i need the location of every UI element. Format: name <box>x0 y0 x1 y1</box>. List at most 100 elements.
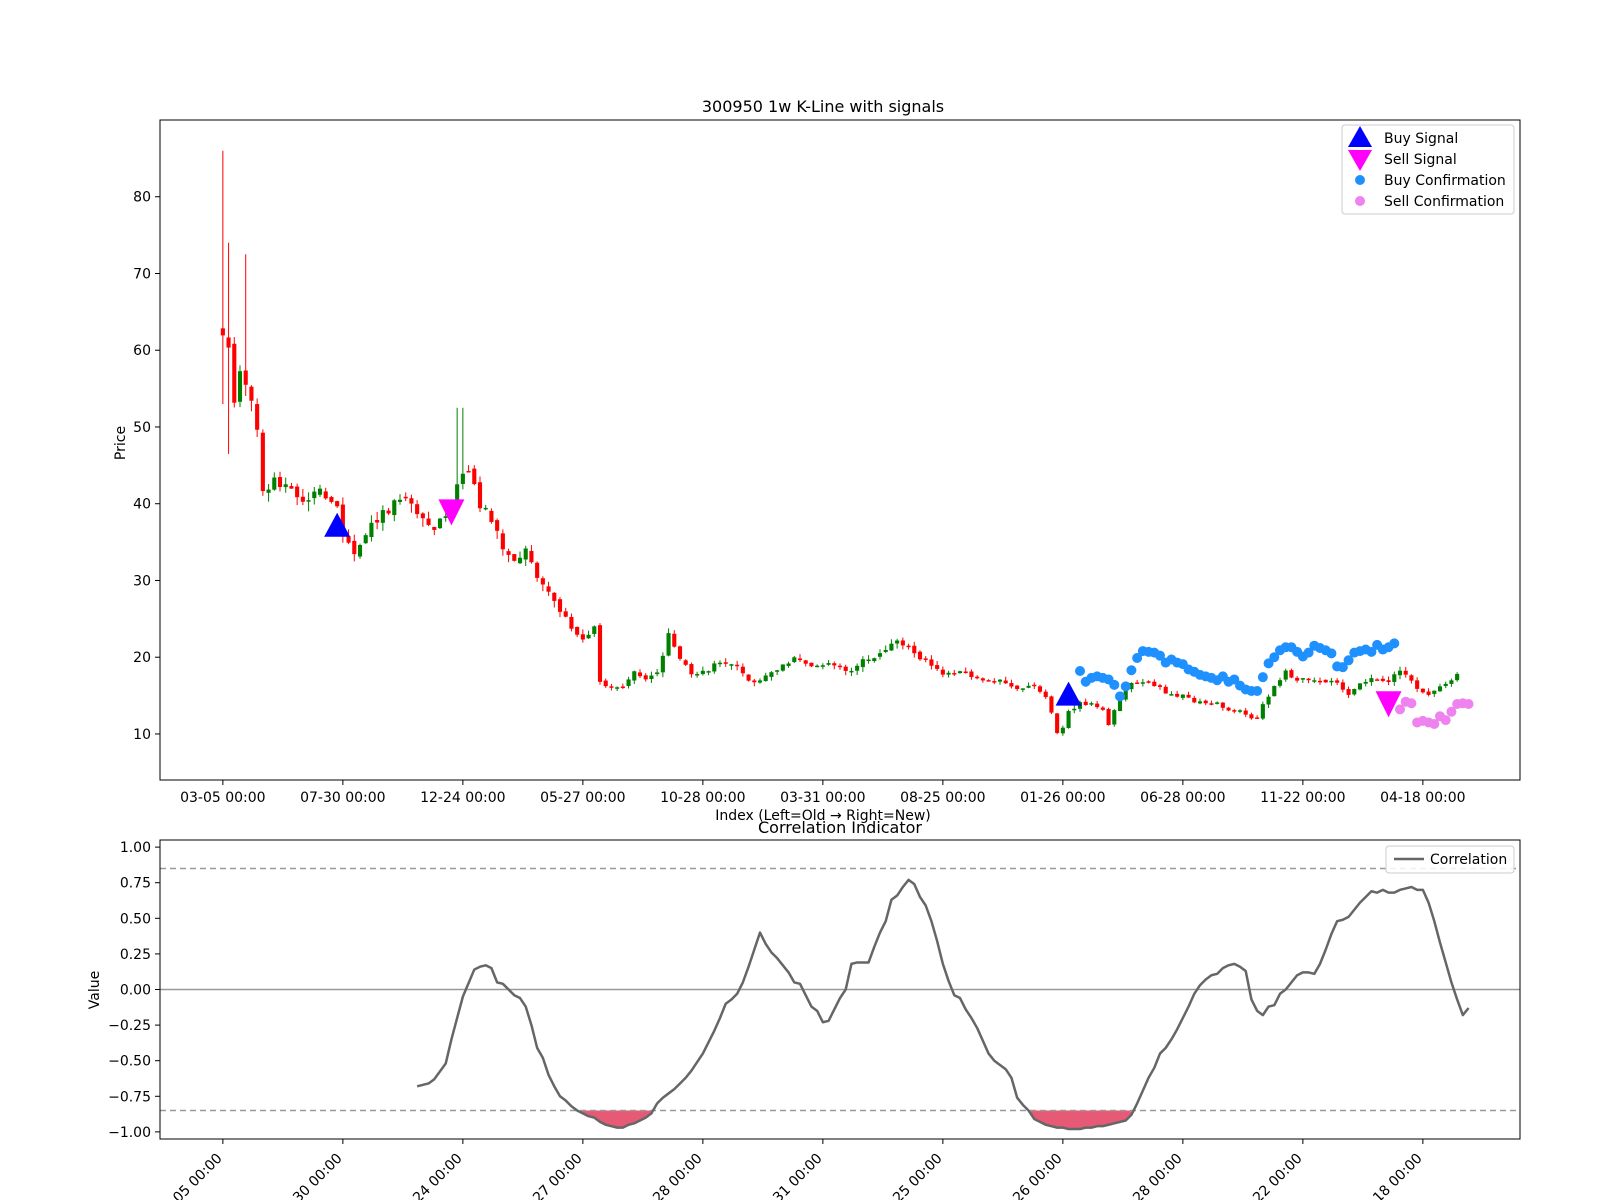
candle-body <box>1443 683 1448 687</box>
candle-body <box>986 680 991 682</box>
candle-body <box>346 536 351 543</box>
candle-body <box>1340 682 1345 690</box>
candle-body <box>295 486 300 498</box>
candle-body <box>255 404 260 430</box>
kline-legend-label: Buy Signal <box>1384 131 1458 147</box>
candle-body <box>506 551 511 555</box>
buy-confirmation-dot <box>1109 679 1120 690</box>
candle-body <box>1306 678 1311 681</box>
candle-body <box>1260 704 1265 719</box>
candle-body <box>912 645 917 654</box>
candle-body <box>1003 680 1008 684</box>
candle-body <box>866 659 871 662</box>
kline-legend: Buy Signal Sell Signal Buy Confirmation Sel… <box>1341 124 1515 215</box>
candle-body <box>392 500 397 516</box>
candle-body <box>426 518 431 525</box>
candle-body <box>1157 685 1163 687</box>
candle-body <box>517 557 523 564</box>
sell-confirmation-dot <box>1440 715 1451 726</box>
candle-body <box>649 675 654 679</box>
candle-body <box>1175 693 1180 697</box>
candle-body <box>797 658 803 661</box>
candle-body <box>546 586 551 592</box>
kline-ytick-label: 30 <box>133 573 151 589</box>
buy-confirmation-dot <box>1389 638 1400 649</box>
buy-confirmation-dot <box>1326 648 1337 659</box>
kline-xtick-label: 07-30 00:00 <box>300 790 385 806</box>
figure: 300950 1w K-Line with signals Price Inde… <box>0 0 1600 1200</box>
candle-body <box>1197 701 1203 704</box>
candle-body <box>1043 691 1048 698</box>
kline-xtick-label: 03-31 00:00 <box>780 790 865 806</box>
candle-body <box>923 658 928 660</box>
sell-confirmation-dot <box>1463 699 1474 710</box>
kline-xtick-label: 06-28 00:00 <box>1140 790 1225 806</box>
candle-body <box>689 664 694 675</box>
candle-body <box>460 473 465 484</box>
candle-body <box>883 649 888 652</box>
candle-body <box>1072 708 1077 711</box>
candle-body <box>1403 670 1408 675</box>
candle-body <box>1300 678 1305 680</box>
candle-body <box>820 665 825 667</box>
candle-body <box>243 370 248 385</box>
candle-body <box>1055 713 1060 733</box>
candle-body <box>592 626 597 634</box>
kline-legend-label: Buy Confirmation <box>1384 173 1506 189</box>
candle-body <box>249 386 254 401</box>
corr-ytick-label: 0.00 <box>120 983 151 999</box>
candle-body <box>1335 680 1340 683</box>
kline-legend-label: Sell Confirmation <box>1384 194 1504 210</box>
candle-body <box>1283 670 1288 680</box>
candle-body <box>609 686 614 688</box>
candle-body <box>512 554 517 561</box>
candle-body <box>495 520 500 531</box>
candle-body <box>752 680 757 683</box>
corr-ytick-label: 0.25 <box>120 947 151 963</box>
candle-body <box>535 562 540 578</box>
candle-body <box>1346 689 1351 695</box>
candle-body <box>1426 691 1431 695</box>
corr-title: Correlation Indicator <box>758 818 922 837</box>
candle-body <box>540 578 545 585</box>
kline-xtick-label: 10-28 00:00 <box>660 790 745 806</box>
candle-body <box>466 470 471 473</box>
candle-body <box>1220 702 1225 708</box>
candle-body <box>895 640 900 644</box>
candle-body <box>637 672 643 677</box>
candle-body <box>940 669 945 675</box>
candle-body <box>323 491 328 499</box>
candle-body <box>1295 677 1300 681</box>
candle-body <box>975 676 980 679</box>
candle-body <box>586 634 591 639</box>
candle-body <box>763 675 768 682</box>
candle-body <box>403 496 408 499</box>
candle-body <box>1409 675 1414 681</box>
candle-body <box>740 666 745 674</box>
candle-body <box>900 640 905 646</box>
candle-body <box>1117 699 1123 712</box>
candle-body <box>523 548 528 560</box>
candle-body <box>963 671 968 674</box>
candle-body <box>677 646 683 659</box>
kline-ytick-label: 50 <box>133 420 151 436</box>
candle-body <box>1186 694 1191 698</box>
candle-body <box>260 432 265 492</box>
candle-body <box>746 674 751 681</box>
candle-body <box>220 328 225 336</box>
candle-body <box>529 551 534 563</box>
candle-body <box>1112 710 1117 725</box>
sell-confirmation-dot <box>1406 698 1417 709</box>
kline-xtick-label: 12-24 00:00 <box>420 790 505 806</box>
candle-body <box>317 488 323 495</box>
candle-body <box>632 671 637 681</box>
candle-body <box>289 486 294 489</box>
candle-body <box>575 626 580 635</box>
candle-body <box>1163 686 1168 694</box>
candle-body <box>935 665 940 669</box>
candle-body <box>832 663 837 666</box>
candle-body <box>855 665 860 671</box>
candle-body <box>1146 681 1151 683</box>
candle-body <box>729 664 734 666</box>
candle-body <box>1329 680 1334 683</box>
